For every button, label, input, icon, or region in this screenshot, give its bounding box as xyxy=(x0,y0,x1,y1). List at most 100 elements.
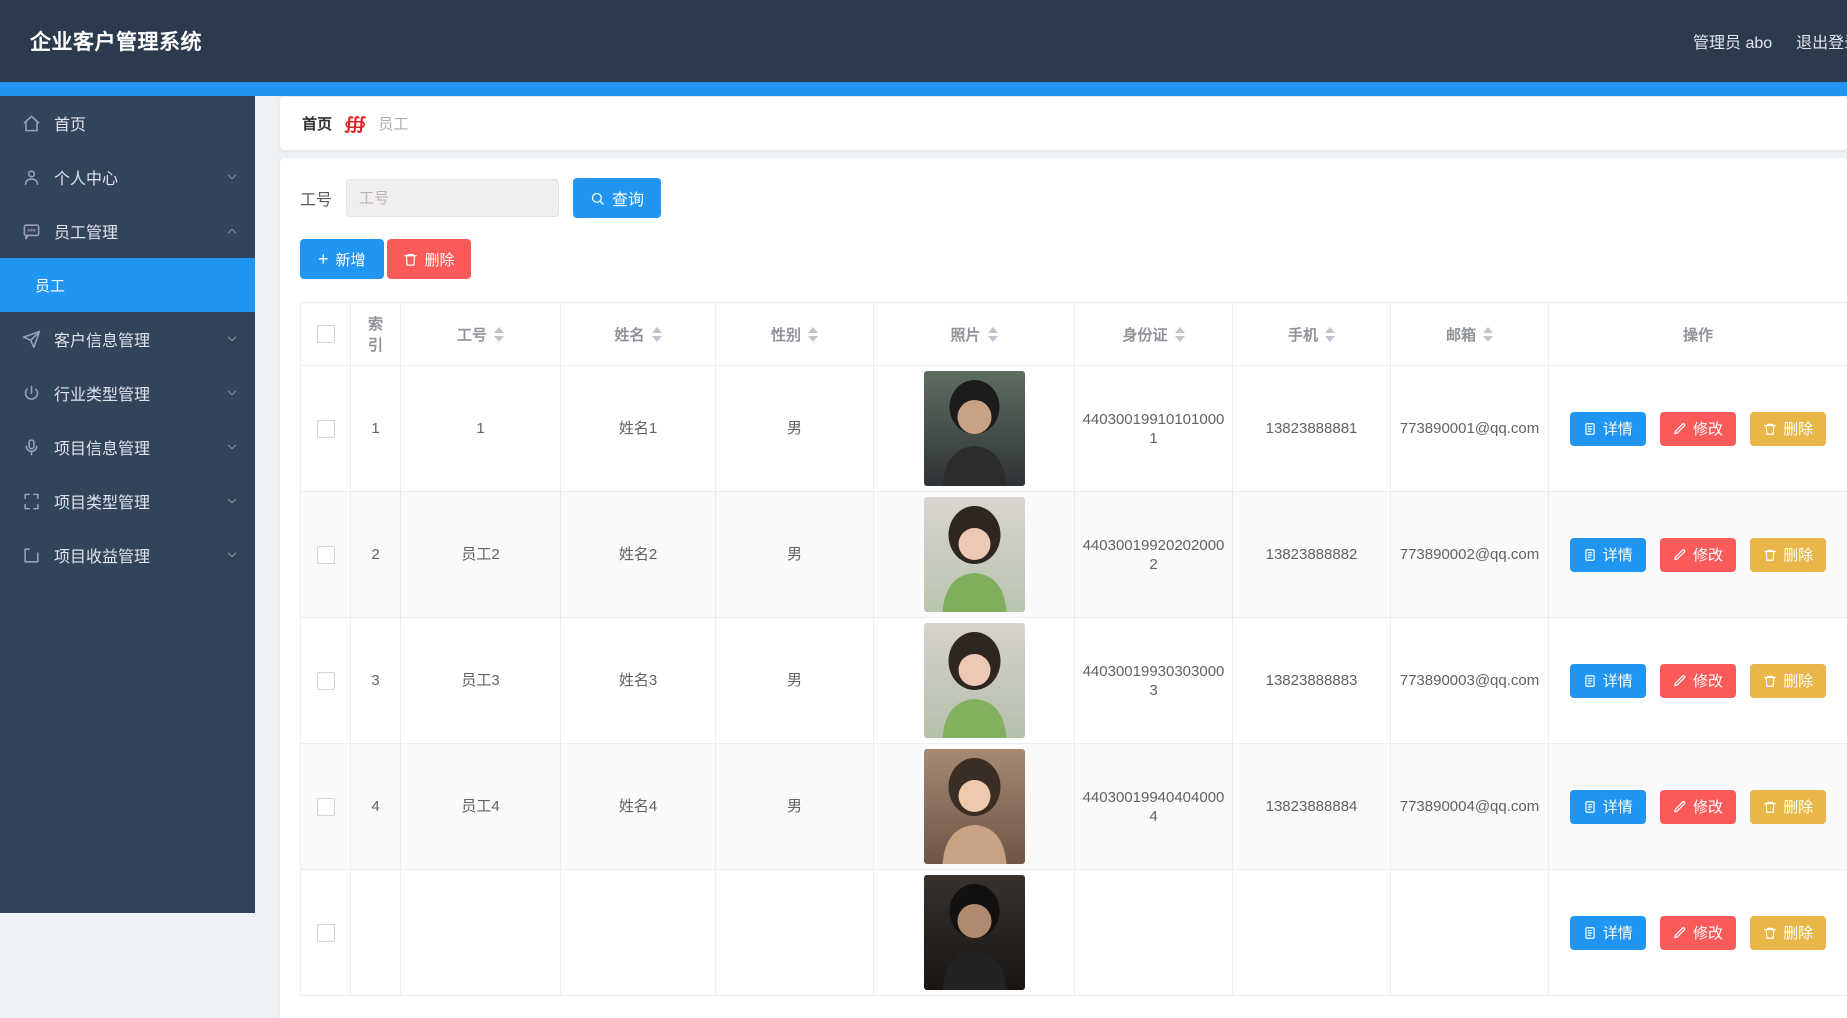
cell-job-no: 员工4 xyxy=(401,744,561,870)
cell-id-card: 440300199404040004 xyxy=(1075,744,1233,870)
col-gender[interactable]: 性别 xyxy=(716,303,874,366)
col-name[interactable]: 姓名 xyxy=(561,303,716,366)
cell-actions: 详情 修改 删除 xyxy=(1549,618,1847,744)
cell-email xyxy=(1391,870,1549,996)
app-title: 企业客户管理系统 xyxy=(30,26,202,56)
send-icon xyxy=(22,330,41,349)
job-no-label: 工号 xyxy=(300,186,332,210)
cell-email: 773890004@qq.com xyxy=(1391,744,1549,870)
breadcrumb-separator-icon: ∰ xyxy=(344,114,366,134)
cell-actions: 详情 修改 删除 xyxy=(1549,366,1847,492)
detail-button[interactable]: 详情 xyxy=(1570,412,1646,446)
cell-id-card: 440300199101010001 xyxy=(1075,366,1233,492)
content-card: 工号 查询 + 新增 删除 索引 工号 姓名 性别 xyxy=(280,158,1847,1018)
col-photo[interactable]: 照片 xyxy=(874,303,1075,366)
sidebar-item-project-revenue[interactable]: 项目收益管理 xyxy=(0,528,255,582)
cell-gender xyxy=(716,870,874,996)
bulk-delete-button[interactable]: 删除 xyxy=(387,239,471,279)
row-checkbox[interactable] xyxy=(317,924,335,942)
document-icon xyxy=(1583,926,1597,940)
employee-photo xyxy=(924,497,1025,612)
chat-icon xyxy=(22,222,41,241)
delete-button[interactable]: 删除 xyxy=(1750,916,1826,950)
brackets-icon xyxy=(22,492,41,511)
job-no-input[interactable] xyxy=(346,179,559,217)
cell-phone xyxy=(1233,870,1391,996)
sidebar-item-industry-type[interactable]: 行业类型管理 xyxy=(0,366,255,420)
sidebar-item-profile[interactable]: 个人中心 xyxy=(0,150,255,204)
sort-icon[interactable] xyxy=(808,327,818,342)
detail-button[interactable]: 详情 xyxy=(1570,664,1646,698)
pencil-icon xyxy=(1673,674,1687,688)
edit-button[interactable]: 修改 xyxy=(1660,664,1736,698)
pencil-icon xyxy=(1673,422,1687,436)
row-checkbox[interactable] xyxy=(317,672,335,690)
frame-icon xyxy=(22,546,41,565)
cell-phone: 13823888882 xyxy=(1233,492,1391,618)
detail-button[interactable]: 详情 xyxy=(1570,790,1646,824)
logout-link[interactable]: 退出登录 xyxy=(1796,29,1847,53)
add-button[interactable]: + 新增 xyxy=(300,239,384,279)
sidebar: 首页 个人中心 员工管理 员工 客户信息管理 行业类型管理 项目信息管理 项目类… xyxy=(0,96,255,913)
table-header-row: 索引 工号 姓名 性别 照片 身份证 手机 邮箱 操作 xyxy=(301,303,1847,366)
cell-email: 773890001@qq.com xyxy=(1391,366,1549,492)
delete-button[interactable]: 删除 xyxy=(1750,790,1826,824)
col-id-card[interactable]: 身份证 xyxy=(1075,303,1233,366)
cell-index: 3 xyxy=(351,618,401,744)
cell-index: 2 xyxy=(351,492,401,618)
sort-icon[interactable] xyxy=(1325,327,1335,342)
edit-button[interactable]: 修改 xyxy=(1660,538,1736,572)
sidebar-item-project-info[interactable]: 项目信息管理 xyxy=(0,420,255,474)
trash-icon xyxy=(403,252,418,267)
row-checkbox[interactable] xyxy=(317,546,335,564)
sort-icon[interactable] xyxy=(1175,327,1185,342)
cell-id-card: 440300199303030003 xyxy=(1075,618,1233,744)
query-button[interactable]: 查询 xyxy=(573,178,661,218)
cell-id-card: 440300199202020002 xyxy=(1075,492,1233,618)
cell-email: 773890003@qq.com xyxy=(1391,618,1549,744)
delete-button[interactable]: 删除 xyxy=(1750,538,1826,572)
sort-icon[interactable] xyxy=(988,327,998,342)
trash-icon xyxy=(1763,548,1777,562)
table-row: 4 员工4 姓名4 男 440300199404040004 138238888… xyxy=(301,744,1847,870)
edit-button[interactable]: 修改 xyxy=(1660,790,1736,824)
delete-button[interactable]: 删除 xyxy=(1750,412,1826,446)
col-job-no[interactable]: 工号 xyxy=(401,303,561,366)
trash-icon xyxy=(1763,674,1777,688)
select-all-checkbox[interactable] xyxy=(317,325,335,343)
row-checkbox[interactable] xyxy=(317,798,335,816)
document-icon xyxy=(1583,674,1597,688)
chevron-down-icon xyxy=(225,440,239,454)
breadcrumb-home[interactable]: 首页 xyxy=(302,113,332,134)
cell-gender: 男 xyxy=(716,744,874,870)
cell-phone: 13823888881 xyxy=(1233,366,1391,492)
cell-actions: 详情 修改 删除 xyxy=(1549,744,1847,870)
cell-name xyxy=(561,870,716,996)
employee-table: 索引 工号 姓名 性别 照片 身份证 手机 邮箱 操作 1 1 姓名1 男 44… xyxy=(300,302,1847,996)
col-phone[interactable]: 手机 xyxy=(1233,303,1391,366)
sort-icon[interactable] xyxy=(652,327,662,342)
delete-button[interactable]: 删除 xyxy=(1750,664,1826,698)
sidebar-item-customer-info[interactable]: 客户信息管理 xyxy=(0,312,255,366)
col-email[interactable]: 邮箱 xyxy=(1391,303,1549,366)
cell-gender: 男 xyxy=(716,366,874,492)
sidebar-item-employee-mgmt[interactable]: 员工管理 xyxy=(0,204,255,258)
sort-icon[interactable] xyxy=(494,327,504,342)
edit-button[interactable]: 修改 xyxy=(1660,412,1736,446)
sidebar-item-employee[interactable]: 员工 xyxy=(0,258,255,312)
detail-button[interactable]: 详情 xyxy=(1570,538,1646,572)
employee-photo xyxy=(924,749,1025,864)
employee-photo xyxy=(924,623,1025,738)
row-checkbox[interactable] xyxy=(317,420,335,438)
search-icon xyxy=(590,191,605,206)
sort-icon[interactable] xyxy=(1483,327,1493,342)
sidebar-item-home[interactable]: 首页 xyxy=(0,96,255,150)
detail-button[interactable]: 详情 xyxy=(1570,916,1646,950)
edit-button[interactable]: 修改 xyxy=(1660,916,1736,950)
chevron-up-icon xyxy=(225,224,239,238)
chevron-down-icon xyxy=(225,332,239,346)
employee-photo xyxy=(924,371,1025,486)
cell-index xyxy=(351,870,401,996)
trash-icon xyxy=(1763,422,1777,436)
sidebar-item-project-type[interactable]: 项目类型管理 xyxy=(0,474,255,528)
